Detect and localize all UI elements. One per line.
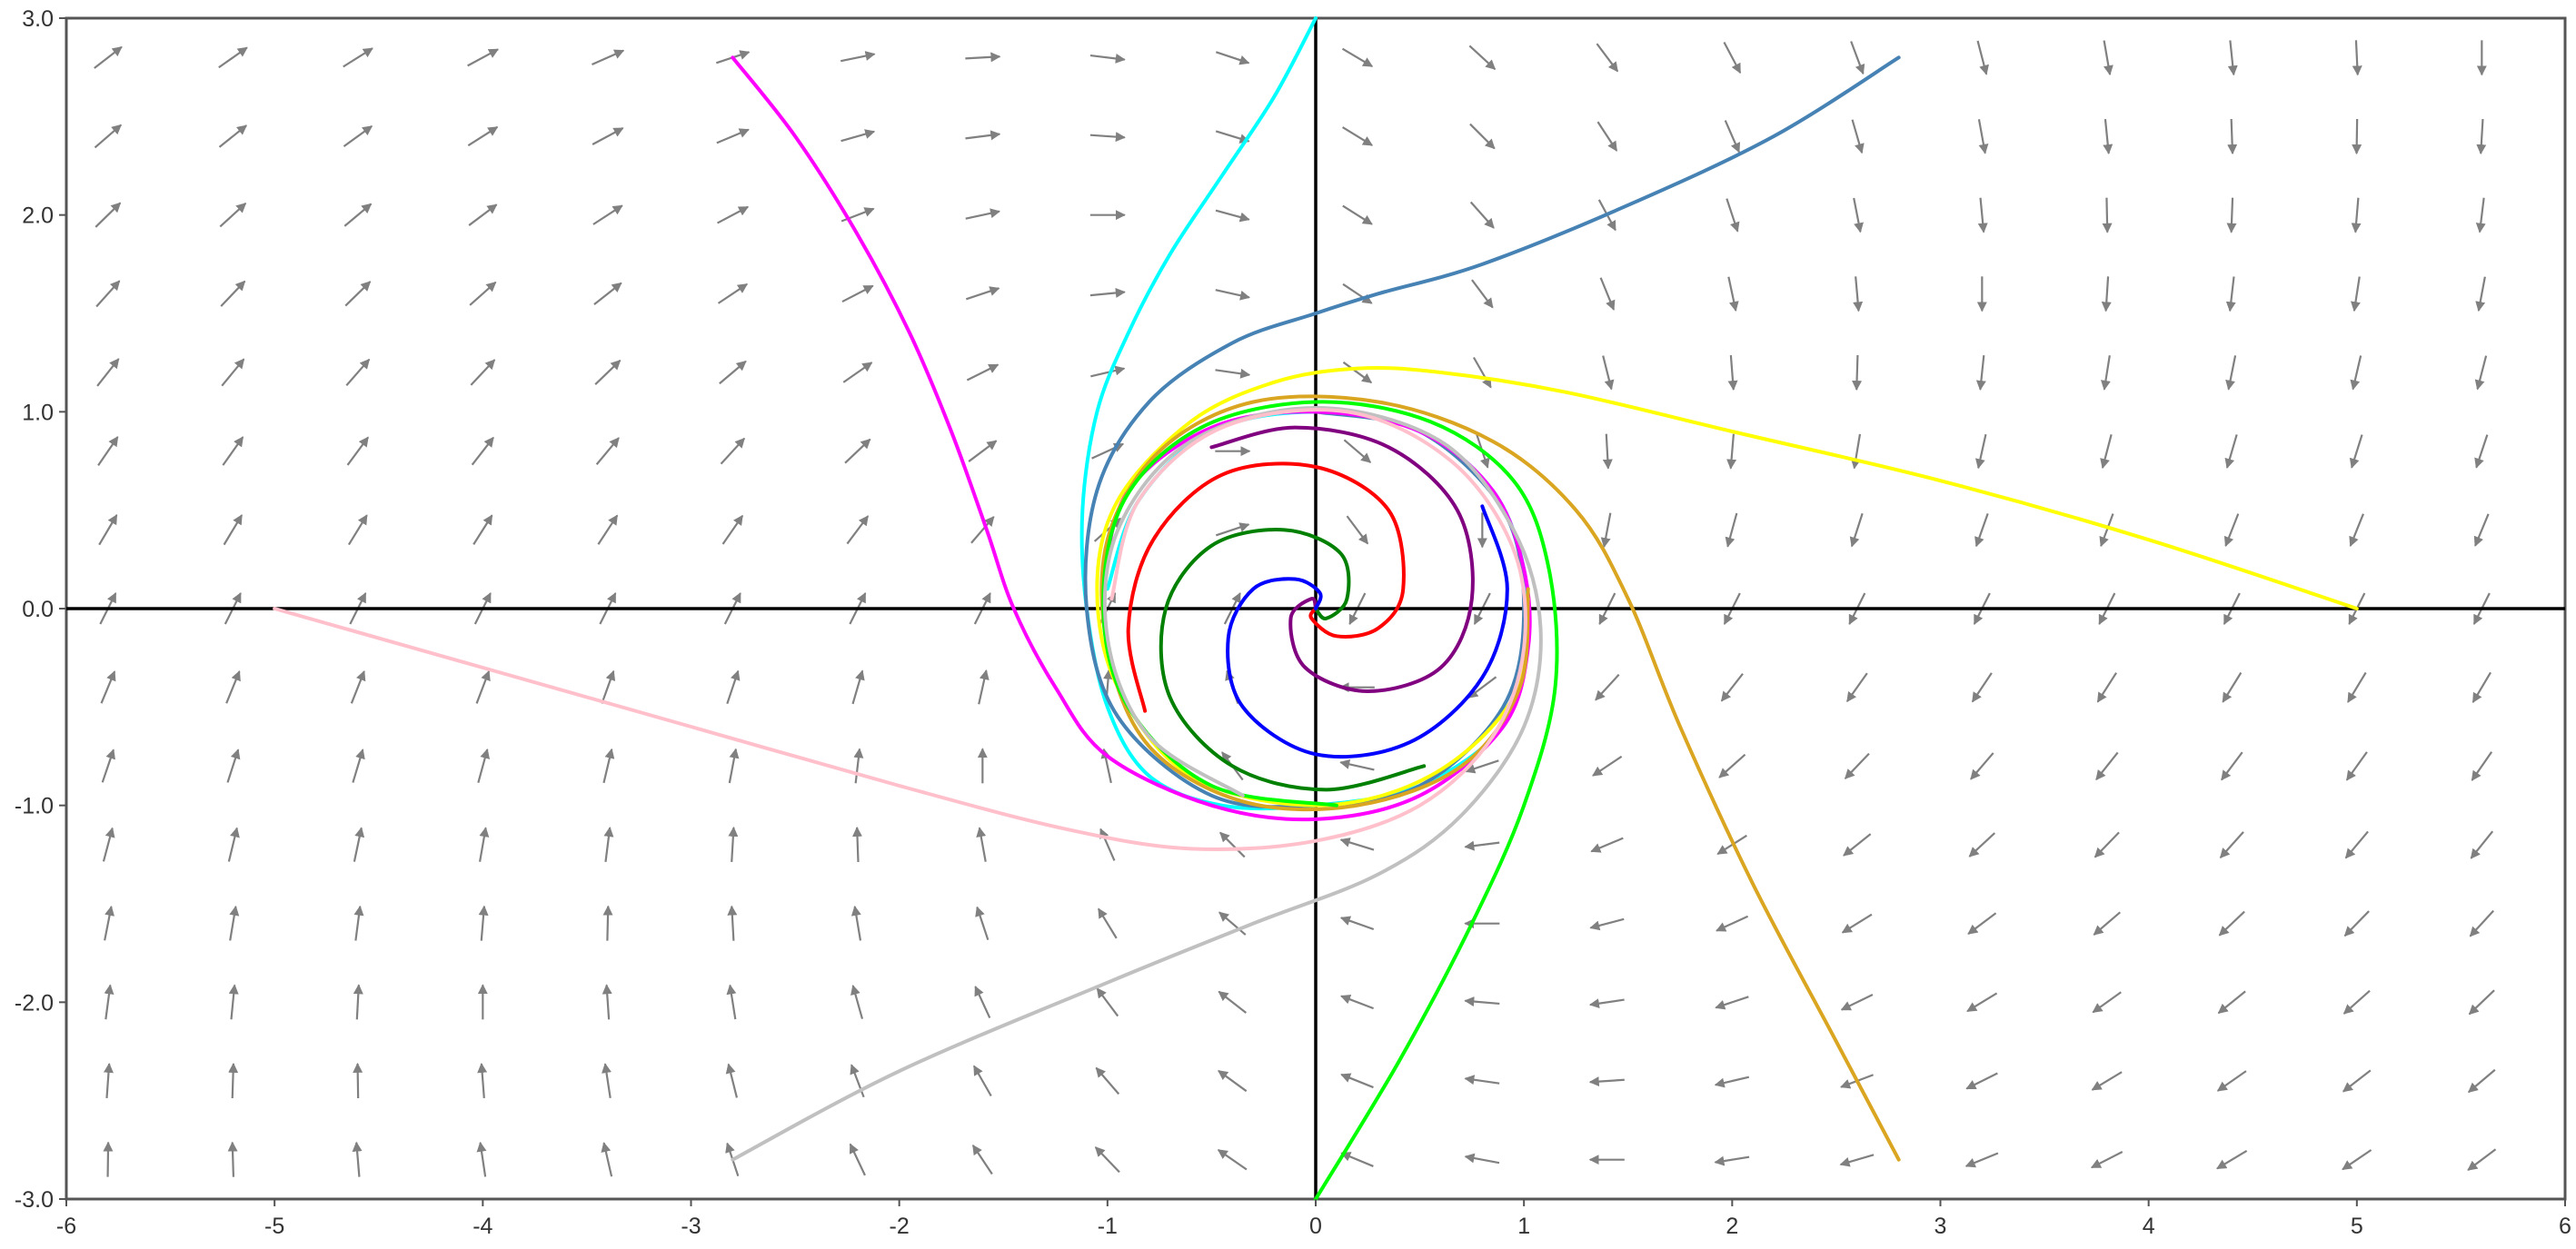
y-tick-label: 3.0 xyxy=(22,6,54,32)
field-arrow xyxy=(2226,197,2237,233)
y-tick-label: 2.0 xyxy=(22,203,54,229)
y-tick-label: -3.0 xyxy=(15,1187,54,1213)
field-arrow xyxy=(103,1141,114,1177)
y-tick-label: 0.0 xyxy=(22,597,54,622)
x-tick-label: -3 xyxy=(681,1214,701,1239)
x-tick-label: 2 xyxy=(1726,1214,1738,1239)
x-tick-label: 6 xyxy=(2559,1214,2571,1239)
x-tick-label: -6 xyxy=(56,1214,76,1239)
x-tick-label: -5 xyxy=(264,1214,284,1239)
x-tick-label: 3 xyxy=(1934,1214,1947,1239)
field-arrow xyxy=(2227,118,2238,155)
field-arrow xyxy=(602,905,613,941)
y-tick-label: 1.0 xyxy=(22,400,54,425)
y-tick-label: -1.0 xyxy=(15,794,54,819)
x-tick-label: 4 xyxy=(2143,1214,2155,1239)
x-tick-label: -4 xyxy=(472,1214,492,1239)
x-tick-label: 1 xyxy=(1517,1214,1530,1239)
x-tick-label: -2 xyxy=(890,1214,910,1239)
chart: -6 -5 -4 -3 -2 -1 0 1 2 3 4 5 6 -3.0 -2.0 -1.0 0.0 1.0 2.… xyxy=(15,6,2571,1239)
x-tick-label: 0 xyxy=(1309,1214,1322,1239)
field-arrow xyxy=(1852,354,1863,392)
y-tick-label: -2.0 xyxy=(15,990,54,1016)
y-axis-ticks: -3.0 -2.0 -1.0 0.0 1.0 2.0 3.0 xyxy=(15,6,66,1213)
x-tick-label: -1 xyxy=(1098,1214,1118,1239)
field-arrow xyxy=(353,1062,363,1099)
field-arrow xyxy=(228,1062,239,1099)
field-arrow xyxy=(2102,197,2113,233)
x-axis-ticks: -6 -5 -4 -3 -2 -1 0 1 2 3 4 5 6 xyxy=(56,1199,2571,1239)
field-arrow xyxy=(2352,118,2362,155)
field-arrow xyxy=(852,826,863,863)
field-arrow xyxy=(227,1141,238,1177)
x-tick-label: 5 xyxy=(2351,1214,2363,1239)
